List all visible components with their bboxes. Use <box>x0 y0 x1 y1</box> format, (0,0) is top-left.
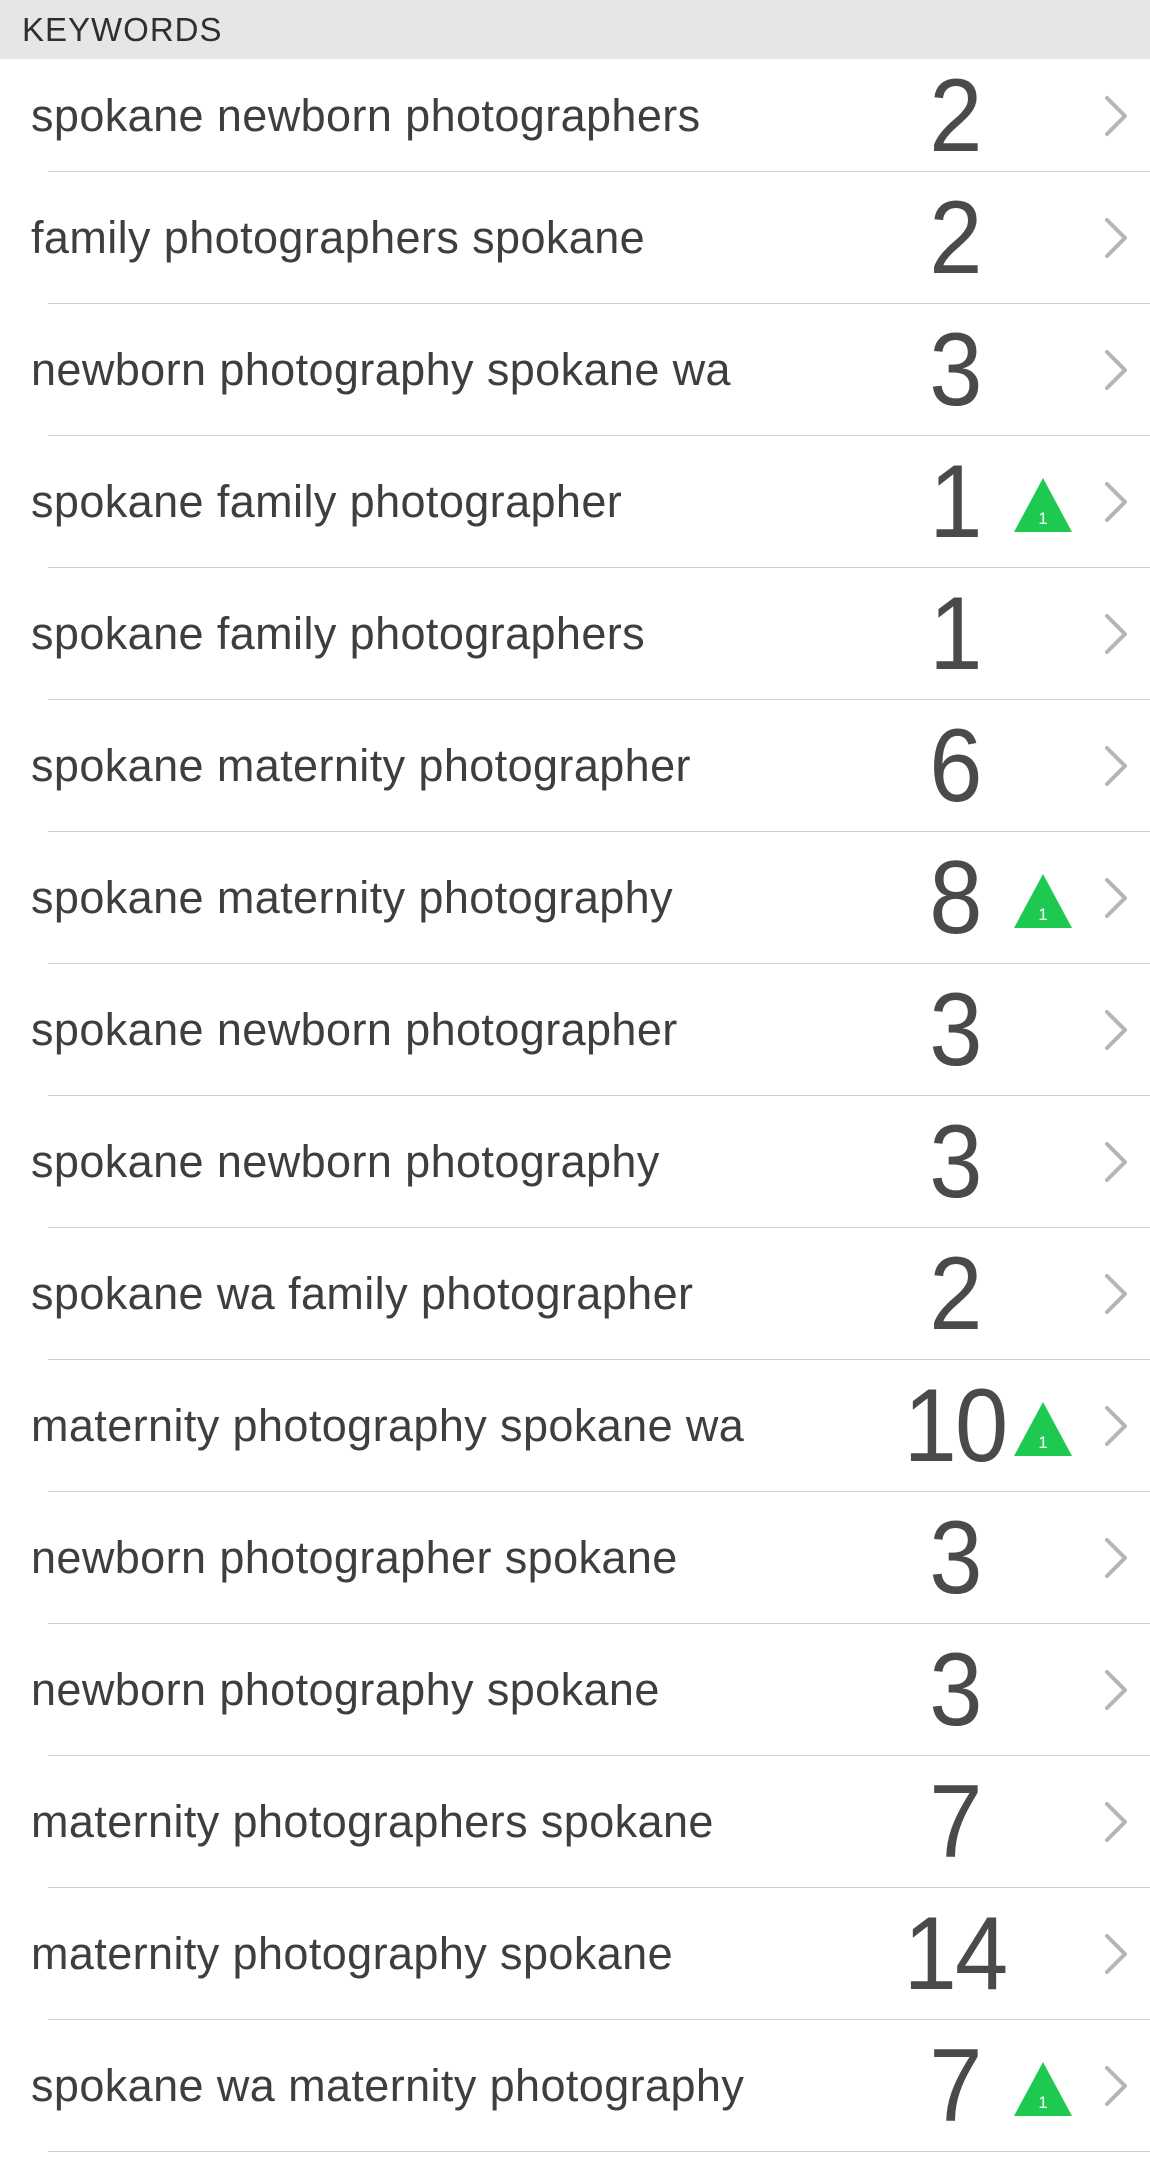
keyword-rank: 6 <box>929 708 982 824</box>
keyword-row[interactable]: spokane wa maternity photography 7 1 <box>0 2020 1150 2152</box>
chevron-right-icon <box>1103 1536 1129 1580</box>
keyword-label: spokane newborn photographer <box>31 1004 678 1055</box>
keyword-rank: 3 <box>929 1500 982 1616</box>
keyword-label: spokane family photographers <box>31 608 646 659</box>
keyword-row[interactable]: newborn photographer spokane 3 <box>0 1492 1150 1624</box>
chevron-right-icon <box>1103 876 1129 920</box>
keyword-label: family photographers spokane <box>31 212 646 263</box>
keyword-label: maternity photographers spokane <box>31 1796 714 1847</box>
keyword-list: spokane newborn photographers 2 family pho… <box>0 59 1150 2152</box>
section-header: KEYWORDS <box>0 0 1150 59</box>
chevron-right-icon <box>1103 480 1129 524</box>
keyword-rank: 3 <box>929 312 982 428</box>
keywords-screen: KEYWORDS spokane newborn photographers 2 f… <box>0 0 1150 2160</box>
keyword-row[interactable]: maternity photographers spokane 7 <box>0 1756 1150 1888</box>
keyword-label: maternity photography spokane <box>31 1928 673 1979</box>
keyword-rank: 2 <box>929 180 982 296</box>
keyword-label: spokane wa family photographer <box>31 1268 694 1319</box>
keyword-row[interactable]: spokane maternity photographer 6 <box>0 700 1150 832</box>
chevron-right-icon <box>1103 744 1129 788</box>
chevron-right-icon <box>1103 612 1129 656</box>
chevron-right-icon <box>1103 1140 1129 1184</box>
keyword-row[interactable]: newborn photography spokane 3 <box>0 1624 1150 1756</box>
chevron-right-icon <box>1103 1272 1129 1316</box>
keyword-rank: 7 <box>929 1764 982 1880</box>
keyword-rank: 2 <box>929 1236 982 1352</box>
keyword-rank: 10 <box>903 1368 1009 1484</box>
keyword-label: spokane family photographer <box>31 476 623 527</box>
chevron-right-icon <box>1103 348 1129 392</box>
chevron-right-icon <box>1103 1008 1129 1052</box>
keyword-label: maternity photography spokane wa <box>31 1400 745 1451</box>
rank-change-value: 1 <box>1038 2093 1047 2112</box>
keyword-row[interactable]: spokane maternity photography 8 1 <box>0 832 1150 964</box>
rank-up-icon: 1 <box>1012 472 1074 532</box>
keyword-row[interactable]: spokane newborn photographer 3 <box>0 964 1150 1096</box>
keyword-row[interactable]: maternity photography spokane 14 <box>0 1888 1150 2020</box>
keyword-row[interactable]: newborn photography spokane wa 3 <box>0 304 1150 436</box>
chevron-right-icon <box>1103 1932 1129 1976</box>
rank-change-value: 1 <box>1038 509 1047 528</box>
keyword-rank: 14 <box>903 1896 1009 2012</box>
chevron-right-icon <box>1103 216 1129 260</box>
keyword-label: spokane newborn photographers <box>31 89 701 141</box>
keyword-rank: 1 <box>929 444 982 560</box>
chevron-right-icon <box>1103 2064 1129 2108</box>
keyword-rank: 2 <box>929 57 982 174</box>
keyword-row[interactable]: spokane family photographers 1 <box>0 568 1150 700</box>
keyword-label: newborn photography spokane wa <box>31 344 731 395</box>
keyword-label: newborn photographer spokane <box>31 1532 678 1583</box>
chevron-right-icon <box>1103 1800 1129 1844</box>
rank-up-icon: 1 <box>1012 2056 1074 2116</box>
keyword-rank: 3 <box>929 972 982 1088</box>
keyword-label: spokane wa maternity photography <box>31 2060 745 2111</box>
keyword-rank: 7 <box>929 2028 982 2144</box>
section-header-title: KEYWORDS <box>22 10 223 48</box>
keyword-row[interactable]: spokane newborn photographers 2 <box>0 59 1150 172</box>
chevron-right-icon <box>1103 1404 1129 1448</box>
keyword-row[interactable]: maternity photography spokane wa 10 1 <box>0 1360 1150 1492</box>
keyword-row[interactable]: spokane wa family photographer 2 <box>0 1228 1150 1360</box>
rank-change-value: 1 <box>1038 1433 1047 1452</box>
keyword-row[interactable]: spokane newborn photography 3 <box>0 1096 1150 1228</box>
keyword-label: spokane maternity photography <box>31 872 673 923</box>
keyword-rank: 3 <box>929 1104 982 1220</box>
keyword-label: spokane maternity photographer <box>31 740 691 791</box>
keyword-row[interactable]: family photographers spokane 2 <box>0 172 1150 304</box>
rank-up-icon: 1 <box>1012 868 1074 928</box>
keyword-label: newborn photography spokane <box>31 1664 660 1715</box>
chevron-right-icon <box>1103 94 1129 138</box>
rank-up-icon: 1 <box>1012 1396 1074 1456</box>
keyword-rank: 8 <box>929 840 982 956</box>
keyword-rank: 3 <box>929 1632 982 1748</box>
keyword-label: spokane newborn photography <box>31 1136 660 1187</box>
rank-change-value: 1 <box>1038 905 1047 924</box>
chevron-right-icon <box>1103 1668 1129 1712</box>
keyword-rank: 1 <box>929 576 982 692</box>
keyword-row[interactable]: spokane family photographer 1 1 <box>0 436 1150 568</box>
